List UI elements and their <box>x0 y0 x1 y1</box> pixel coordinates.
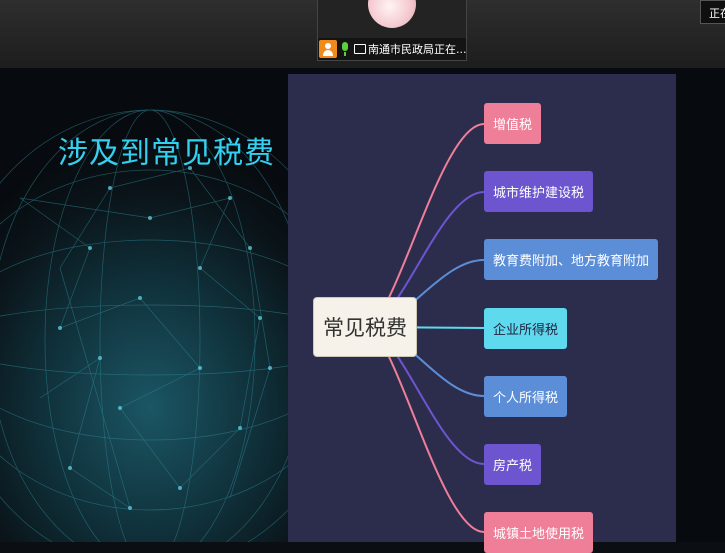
node-label: 教育费附加、地方教育附加 <box>493 254 650 269</box>
node-label: 城镇土地使用税 <box>493 527 585 542</box>
mindmap-node-land-use-tax[interactable]: 城镇土地使用税 <box>484 512 594 553</box>
mindmap-node-urban-tax[interactable]: 城市维护建设税 <box>484 171 594 212</box>
node-label: 增值税 <box>493 118 533 133</box>
mindmap-node-education-surcharge[interactable]: 教育费附加、地方教育附加 <box>484 239 659 280</box>
root-node-label: 常见税费 <box>323 316 407 340</box>
mindmap-node-vat[interactable]: 增值税 <box>484 103 542 144</box>
mindmap-node-personal-income-tax[interactable]: 个人所得税 <box>484 376 568 417</box>
mindmap-node-corporate-income-tax[interactable]: 企业所得税 <box>484 308 568 349</box>
node-label: 房产税 <box>493 459 533 474</box>
mindmap-node-property-tax[interactable]: 房产税 <box>484 444 542 485</box>
node-label: 个人所得税 <box>493 391 559 406</box>
mindmap-root-node[interactable]: 常见税费 <box>313 297 417 357</box>
node-label: 城市维护建设税 <box>493 186 585 201</box>
node-label: 企业所得税 <box>493 323 559 338</box>
connector-7 <box>364 326 485 533</box>
